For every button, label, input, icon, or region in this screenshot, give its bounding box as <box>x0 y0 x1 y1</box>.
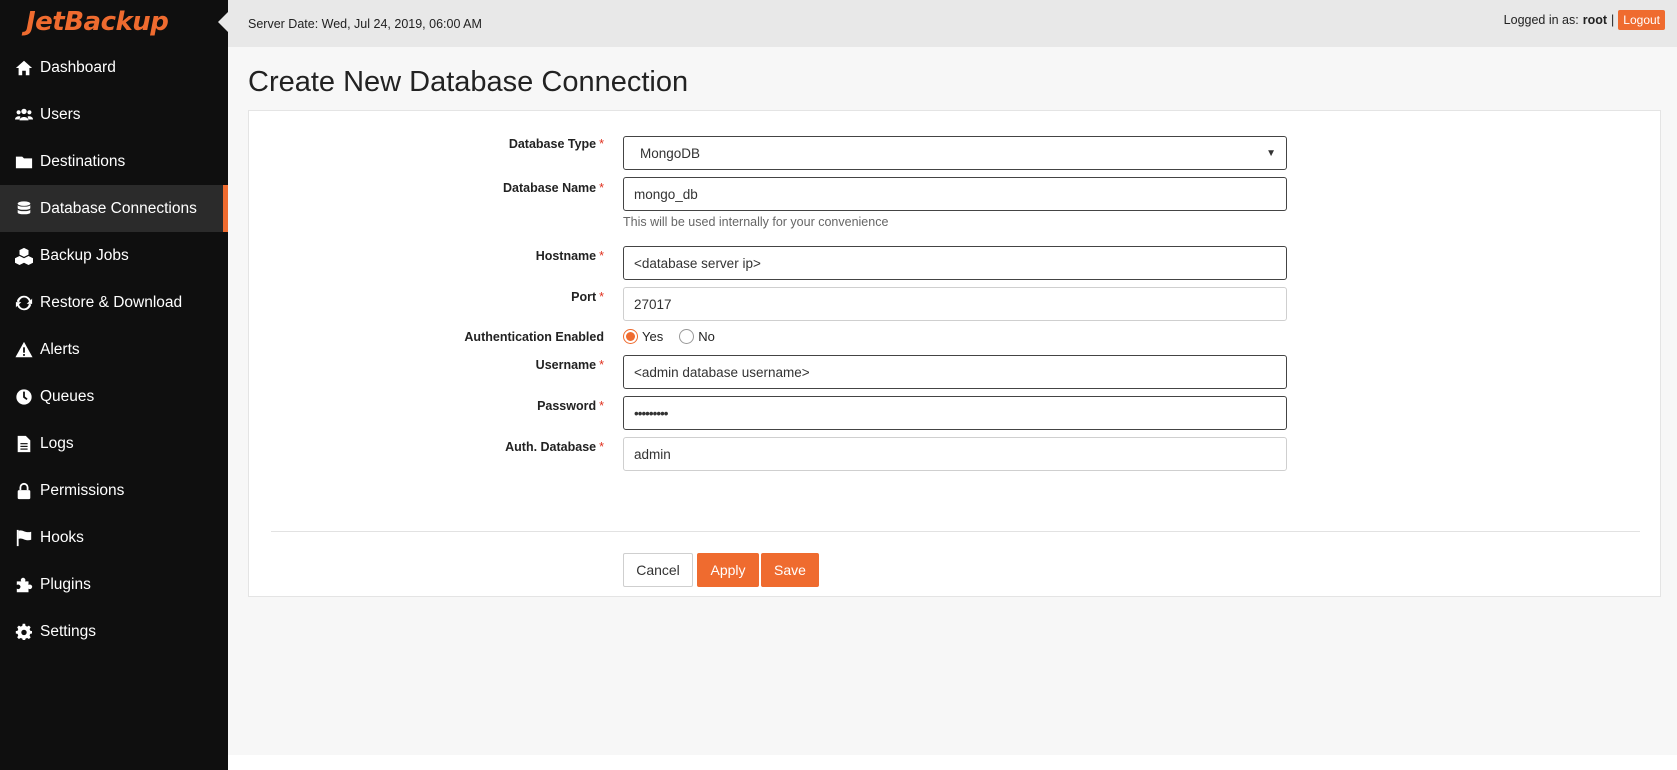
sidebar-item-hooks[interactable]: Hooks <box>0 514 228 561</box>
sidebar-item-label: Backup Jobs <box>40 246 129 264</box>
database-type-select[interactable]: MongoDB ▼ <box>623 136 1287 170</box>
sidebar-item-plugins[interactable]: Plugins <box>0 561 228 608</box>
database-name-label: Database Name * <box>503 181 604 195</box>
sidebar-collapse-arrow <box>218 12 228 32</box>
sidebar-item-logs[interactable]: Logs <box>0 420 228 467</box>
auth-database-input[interactable]: admin <box>623 437 1287 471</box>
sidebar-item-permissions[interactable]: Permissions <box>0 467 228 514</box>
port-input[interactable]: 27017 <box>623 287 1287 321</box>
sidebar-item-backup-jobs[interactable]: Backup Jobs <box>0 232 228 279</box>
file-icon <box>13 435 35 453</box>
separator: | <box>1611 12 1615 27</box>
save-button[interactable]: Save <box>761 553 819 587</box>
users-icon <box>13 106 35 124</box>
sidebar-item-label: Destinations <box>40 152 126 170</box>
database-type-label: Database Type * <box>508 137 604 151</box>
chevron-down-icon: ▼ <box>1266 147 1276 159</box>
database-icon <box>13 200 35 218</box>
sidebar-nav: Dashboard Users Destinations Database Co… <box>0 44 228 655</box>
logged-in-username: root <box>1582 12 1608 27</box>
username-input[interactable]: <admin database username> <box>623 355 1287 389</box>
top-bar: Server Date: Wed, Jul 24, 2019, 06:00 AM… <box>228 0 1677 47</box>
logo-text: JetBackup <box>26 7 169 37</box>
warning-icon <box>13 341 35 359</box>
cancel-button[interactable]: Cancel <box>623 553 693 587</box>
auth-enabled-radio-group: Yes No <box>623 329 731 344</box>
sidebar-item-queues[interactable]: Queues <box>0 373 228 420</box>
sidebar-item-label: Logs <box>40 434 74 452</box>
auth-yes-label[interactable]: Yes <box>642 329 663 344</box>
hostname-label: Hostname * <box>535 249 604 263</box>
logout-button[interactable]: Logout <box>1618 9 1665 30</box>
sidebar-item-database-connections[interactable]: Database Connections <box>0 185 228 232</box>
sidebar-item-settings[interactable]: Settings <box>0 608 228 655</box>
auth-enabled-label: Authentication Enabled <box>464 330 604 344</box>
page-title: Create New Database Connection <box>248 66 689 98</box>
sidebar-item-label: Settings <box>40 622 97 640</box>
sidebar-item-destinations[interactable]: Destinations <box>0 138 228 185</box>
hostname-input[interactable]: <database server ip> <box>623 246 1287 280</box>
sidebar-item-label: Users <box>40 105 81 123</box>
sidebar-item-label: Dashboard <box>40 58 116 76</box>
puzzle-icon <box>13 576 35 594</box>
home-icon <box>13 59 35 77</box>
sidebar-item-label: Permissions <box>40 481 125 499</box>
gear-icon <box>13 623 35 641</box>
sidebar-item-users[interactable]: Users <box>0 91 228 138</box>
server-date: Server Date: Wed, Jul 24, 2019, 06:00 AM <box>248 16 482 31</box>
sidebar: JetBackup Dashboard Users Destinations D… <box>0 0 228 770</box>
auth-no-radio[interactable] <box>679 329 695 344</box>
sidebar-item-label: Queues <box>40 387 95 405</box>
apply-button[interactable]: Apply <box>697 553 759 587</box>
clock-icon <box>13 388 35 406</box>
auth-no-label[interactable]: No <box>698 329 715 344</box>
sidebar-item-label: Hooks <box>40 528 84 546</box>
flag-icon <box>13 529 35 547</box>
footer-band <box>228 755 1677 770</box>
lock-icon <box>13 482 35 500</box>
folder-icon <box>13 153 35 171</box>
logo[interactable]: JetBackup <box>0 0 228 44</box>
login-info: Logged in as: root | Logout <box>1503 9 1665 30</box>
username-label: Username * <box>535 358 604 372</box>
sidebar-item-label: Restore & Download <box>40 293 183 311</box>
sidebar-item-restore-download[interactable]: Restore & Download <box>0 279 228 326</box>
database-name-input[interactable]: mongo_db <box>623 177 1287 211</box>
auth-database-label: Auth. Database * <box>505 440 604 454</box>
sidebar-item-label: Plugins <box>40 575 91 593</box>
form-panel: Database Type * MongoDB ▼ Database Name * … <box>248 110 1661 597</box>
sidebar-item-label: Alerts <box>40 340 80 358</box>
auth-yes-radio[interactable] <box>623 329 638 344</box>
database-name-hint: This will be used internally for your co… <box>623 215 889 229</box>
password-label: Password * <box>537 399 604 413</box>
port-label: Port * <box>571 290 604 304</box>
refresh-icon <box>13 294 35 312</box>
form-divider <box>271 531 1640 532</box>
database-type-value: MongoDB <box>640 145 701 161</box>
logged-in-label: Logged in as: <box>1503 12 1579 27</box>
password-input[interactable]: ••••••••• <box>623 396 1287 430</box>
cubes-icon <box>13 247 35 265</box>
sidebar-item-alerts[interactable]: Alerts <box>0 326 228 373</box>
sidebar-item-label: Database Connections <box>40 199 197 217</box>
sidebar-item-dashboard[interactable]: Dashboard <box>0 44 228 91</box>
